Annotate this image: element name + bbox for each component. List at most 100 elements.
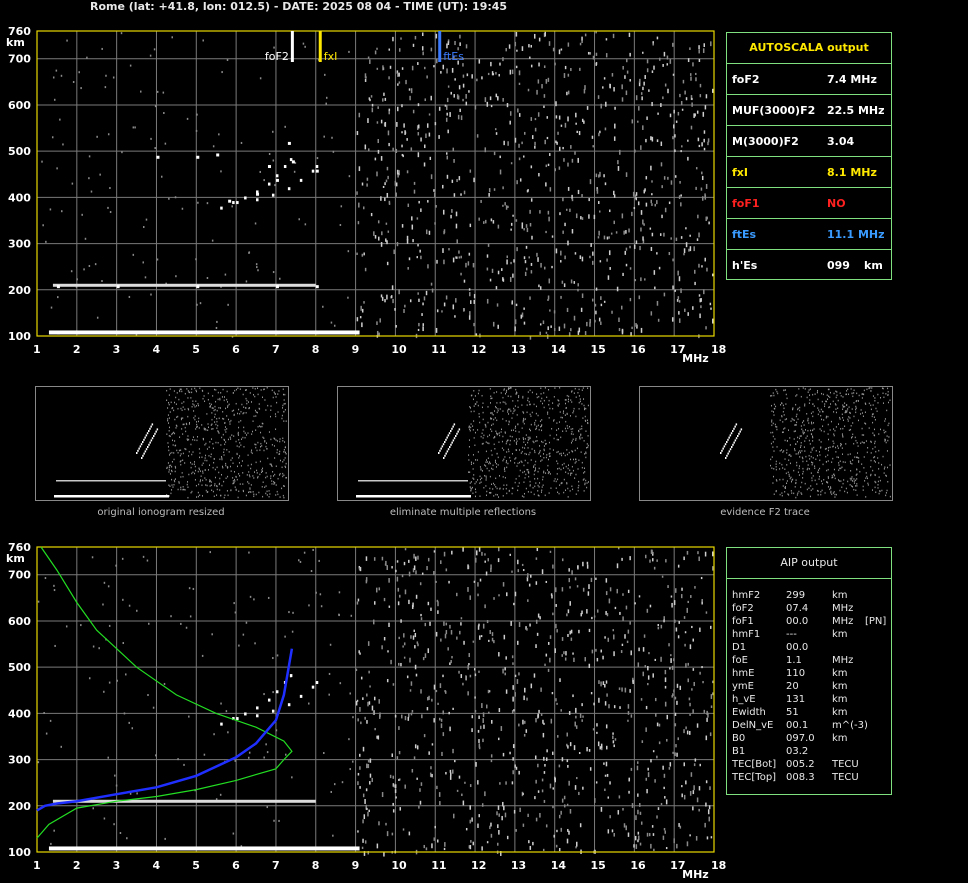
aip-label: hmE bbox=[732, 668, 755, 679]
x-tick-label: 13 bbox=[511, 859, 526, 872]
aip-label: B0 bbox=[732, 733, 746, 744]
marker-fof2 bbox=[290, 31, 294, 62]
aip-row: B0 097.0 km bbox=[727, 733, 891, 746]
y-tick-label: 400 bbox=[8, 707, 31, 720]
aip-row: TEC[Top] 008.3 TECU bbox=[727, 772, 891, 785]
thumbnail-multiple-reflections bbox=[337, 386, 591, 501]
marker-label: foF2 bbox=[265, 50, 289, 63]
aip-label: foF1 bbox=[732, 616, 754, 627]
aip-value: --- bbox=[786, 629, 797, 640]
autoscala-value: 7.4 MHz bbox=[827, 73, 877, 86]
y-tick-label: 600 bbox=[8, 615, 31, 628]
aip-unit: TECU bbox=[832, 759, 859, 770]
es-trace-band bbox=[48, 846, 360, 851]
electron-density-profile-line bbox=[36, 648, 294, 812]
f2-cusp-point bbox=[271, 709, 275, 713]
autoscala-title: AUTOSCALA output bbox=[727, 33, 891, 64]
trace-point bbox=[315, 285, 319, 289]
autoscala-row-ftes: ftEs 11.1 MHz bbox=[727, 219, 891, 250]
f-trace-band bbox=[52, 799, 316, 803]
trace-point bbox=[287, 141, 291, 145]
aip-unit: m^(-3) bbox=[832, 720, 868, 731]
thumbnail-image bbox=[356, 387, 589, 498]
f2-cusp-point bbox=[299, 178, 303, 182]
trace-point bbox=[267, 165, 271, 169]
x-tick-label: 10 bbox=[391, 343, 407, 356]
aip-label: foE bbox=[732, 655, 748, 666]
x-tick-label: 8 bbox=[312, 859, 320, 872]
aip-label: B1 bbox=[732, 746, 746, 757]
trace-point bbox=[275, 331, 279, 335]
f2-cusp-point bbox=[256, 706, 259, 710]
x-tick-label: 7 bbox=[272, 859, 280, 872]
x-tick-label: 2 bbox=[73, 343, 81, 356]
x-tick-label: 1 bbox=[33, 859, 41, 872]
thumbnail-image bbox=[54, 387, 287, 499]
aip-value: 110 bbox=[786, 668, 806, 679]
aip-label: ymE bbox=[732, 681, 754, 692]
aip-row: foE 1.1 MHz bbox=[727, 655, 891, 668]
aip-value: 00.0 bbox=[786, 642, 809, 653]
aip-label: D1 bbox=[732, 642, 747, 653]
trace-point bbox=[196, 155, 200, 159]
autoscala-label: ftEs bbox=[732, 228, 757, 241]
x-tick-label: 8 bbox=[312, 343, 320, 356]
f2-cusp-point bbox=[220, 722, 223, 726]
y-axis-unit: km bbox=[6, 552, 25, 565]
x-tick-label: 5 bbox=[192, 859, 200, 872]
aip-row: TEC[Bot] 005.2 TECU bbox=[727, 759, 891, 772]
x-tick-label: 10 bbox=[391, 859, 407, 872]
x-tick-label: 11 bbox=[431, 859, 446, 872]
f2-cusp-point bbox=[275, 690, 279, 694]
aip-unit: MHz bbox=[832, 655, 854, 666]
aip-row: h_vE 131 km bbox=[727, 694, 891, 707]
autoscala-value: 11.1 MHz bbox=[827, 228, 885, 241]
f2-cusp-point bbox=[256, 714, 259, 718]
caption-f2-trace: evidence F2 trace bbox=[720, 507, 810, 518]
x-tick-label: 12 bbox=[471, 859, 486, 872]
x-tick-label: 3 bbox=[113, 859, 121, 872]
aip-row: B1 03.2 bbox=[727, 746, 891, 759]
x-tick-label: 4 bbox=[152, 859, 160, 872]
autoscala-value: 099 bbox=[827, 259, 850, 272]
aip-row: hmF1 --- km bbox=[727, 629, 891, 642]
trace-point bbox=[196, 331, 200, 335]
f2-cusp-point bbox=[236, 201, 239, 205]
f2-cusp-point bbox=[275, 174, 279, 178]
aip-row: Ewidth 51 km bbox=[727, 707, 891, 720]
y-tick-label: 100 bbox=[8, 846, 31, 859]
autoscala-label: MUF(3000)F2 bbox=[732, 104, 816, 117]
marker-ftes bbox=[438, 31, 442, 62]
autoscala-label: fxI bbox=[732, 166, 748, 179]
aip-unit: km bbox=[832, 681, 848, 692]
trace-point bbox=[355, 331, 359, 335]
page-title: Rome (lat: +41.8, lon: 012.5) - DATE: 20… bbox=[90, 0, 508, 13]
thumbnail-image bbox=[720, 387, 891, 499]
trace-point bbox=[116, 331, 120, 335]
autoscala-panel: AUTOSCALA output foF2 7.4 MHz MUF(3000)F2 2… bbox=[726, 32, 892, 280]
f2-cusp-point bbox=[244, 712, 247, 716]
aip-value: 097.0 bbox=[786, 733, 815, 744]
trace-point bbox=[315, 331, 319, 335]
noise-speckle bbox=[37, 547, 714, 857]
autoscala-value: 3.04 bbox=[827, 135, 855, 148]
f2-cusp-point bbox=[311, 685, 315, 689]
aip-value: 00.0 bbox=[786, 616, 809, 627]
ionogram-chart-bottom: 760700600500400300200100km1 2 3 4 5 6 7 8 9 10 11 1… bbox=[6, 541, 726, 880]
aip-value: 299 bbox=[786, 590, 806, 601]
trace-point bbox=[56, 285, 60, 289]
aip-unit: MHz bbox=[832, 603, 854, 614]
y-tick-label: 500 bbox=[8, 145, 31, 158]
aip-row: D1 00.0 bbox=[727, 642, 891, 655]
trace-point bbox=[156, 331, 160, 335]
aip-label: TEC[Bot] bbox=[732, 759, 777, 770]
noise-speckle bbox=[41, 31, 714, 340]
aip-value: 131 bbox=[786, 694, 806, 705]
aip-row: hmF2 299 km bbox=[727, 590, 891, 603]
autoscala-row-fof1: foF1 NO bbox=[727, 188, 891, 219]
autoscala-value: 22.5 MHz bbox=[827, 104, 885, 117]
x-tick-label: 12 bbox=[471, 343, 486, 356]
ionogram-chart-top: 760700600500400300200100km1 2 3 4 5 6 7 8 9 10 11 1… bbox=[6, 25, 726, 365]
f2-cusp-point bbox=[287, 703, 291, 707]
aip-panel: AIP output hmF2 299 km foF2 07.4 MHz foF1 00.0 M… bbox=[726, 547, 892, 795]
